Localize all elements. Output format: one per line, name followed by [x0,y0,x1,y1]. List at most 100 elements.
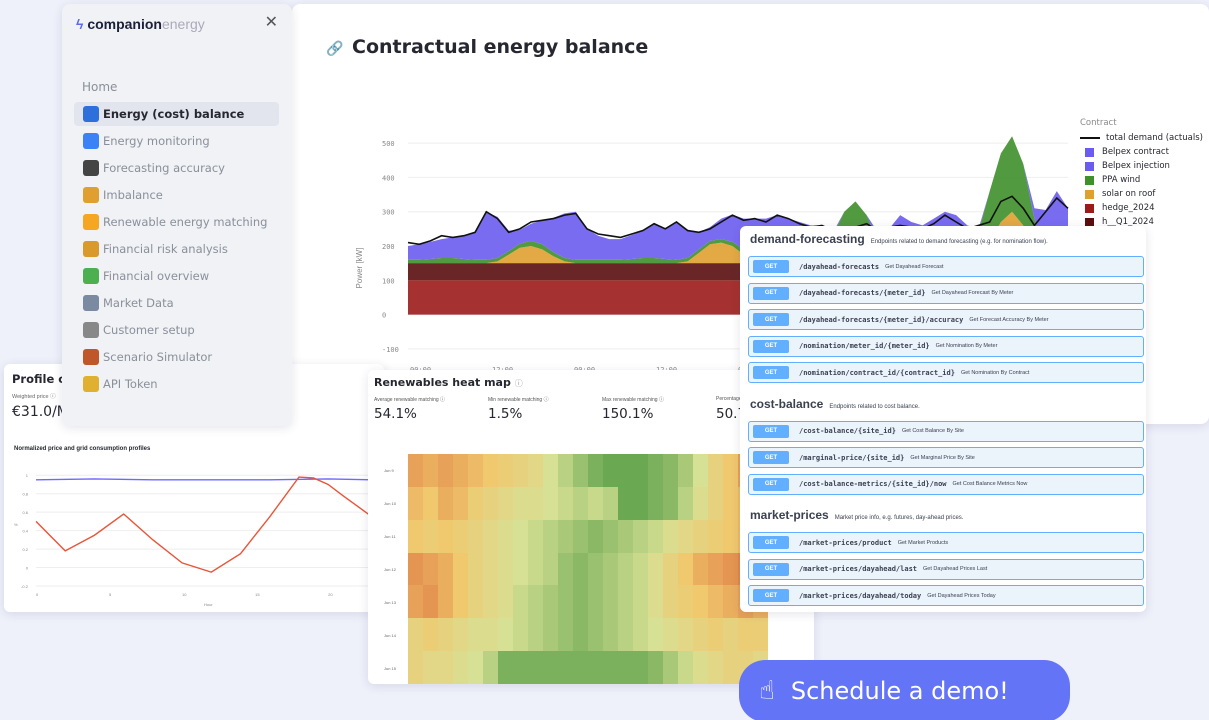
heatmap-cell [468,651,483,684]
heatmap-cell [558,486,573,520]
sidebar: ϟ companionenergy ✕ Home Energy (cost) b… [62,4,292,426]
sidebar-item-financial-risk-analysis[interactable]: Financial risk analysis [74,237,279,261]
legend-item[interactable]: PPA wind [1080,173,1203,187]
heatmap-cell [468,585,483,619]
y-tick-label: 1 [26,473,29,478]
heatmap-cell [543,651,558,684]
heatmap-cell [528,486,543,520]
sidebar-item-customer-setup[interactable]: Customer setup [74,318,279,342]
heatmap-grid [408,454,768,684]
heatmap-cell [468,454,483,487]
heatmap-cell [408,519,423,553]
heatmap-cell [468,618,483,652]
endpoint-path: /dayahead-forecasts/{meter_id}/accuracy [799,315,964,324]
max-matching-label: Max renewable matching ⓘ [602,397,664,403]
api-section-demand-forecasting[interactable]: demand-forecasting Endpoints related to d… [750,232,1048,246]
sidebar-item-energy-monitoring[interactable]: Energy monitoring [74,129,279,153]
api-endpoint-row[interactable]: GET/cost-balance-metrics/{site_id}/now Ge… [748,473,1144,495]
heatmap-cell [573,486,588,520]
api-endpoint-row[interactable]: GET/nomination/contract_id/{contract_id}… [748,362,1144,383]
y-tick-label: 300 [382,209,395,217]
y-tick-label: 100 [382,277,395,285]
api-endpoint-row[interactable]: GET/dayahead-forecasts/{meter_id} Get Day… [748,282,1144,304]
api-endpoint-row[interactable]: GET/cost-balance/{site_id} Get Cost Balan… [748,420,1144,442]
method-badge: GET [753,424,789,438]
legend-item[interactable]: Belpex injection [1080,159,1203,173]
api-endpoint-row[interactable]: GET/market-prices/dayahead/today Get Daya… [748,585,1144,606]
page-title: Contractual energy balance [352,36,649,58]
y-tick-label: 0.8 [22,492,28,497]
sidebar-item-financial-overview[interactable]: Financial overview [74,264,279,288]
heatmap-cell [453,486,468,520]
heatmap-cell [663,519,678,553]
endpoint-path: /dayahead-forecasts/{meter_id} [799,289,926,297]
close-icon[interactable]: ✕ [265,12,278,32]
heatmap-cell [483,585,498,619]
link-icon[interactable]: 🔗 [326,40,343,57]
endpoint-path: /dayahead-forecasts [799,262,880,271]
max-matching-value: 150.1% [602,406,654,422]
x-tick-label: 5 [109,592,112,597]
heatmap-cell [453,585,468,619]
method-badge: GET [753,366,789,379]
heatmap-cell [408,585,423,619]
sidebar-item-renewable-energy-matching[interactable]: Renewable energy matching [74,210,279,234]
heatmap-cell [543,519,558,553]
api-endpoint-row[interactable]: GET/marginal-price/{site_id} Get Marginal… [748,447,1144,468]
heatmap-cell [438,552,453,586]
heatmap-cell [558,618,573,652]
brand-logo[interactable]: ϟ companionenergy [76,16,205,32]
heatmap-cell [678,552,693,586]
profile-line [35,476,373,573]
heatmap-cell [468,552,483,586]
y-tick-label: 0.6 [22,510,28,515]
heatmap-cell [423,618,438,652]
brand-name: companion [87,16,162,32]
api-endpoint-row[interactable]: GET/market-prices/product Get Market Prod… [748,532,1144,553]
heatmap-cell [543,454,558,487]
sidebar-item-market-data[interactable]: Market Data [74,291,279,315]
heatmap-cell [693,618,708,652]
sidebar-home-link[interactable]: Home [82,80,117,94]
endpoint-desc: Get Dayahead Forecast By Meter [931,290,1014,296]
heatmap-row-label: Jun 13 [384,600,397,605]
sidebar-item-api-token[interactable]: API Token [74,372,279,396]
heatmap-cell [693,651,708,684]
avg-matching-label: Average renewable matching ⓘ [374,397,446,403]
heatmap-cell [663,618,678,652]
api-section-cost-balance[interactable]: cost-balance Endpoints related to cost ba… [750,397,920,411]
heatmap-cell [618,519,633,553]
sidebar-item-imbalance[interactable]: Imbalance [74,183,279,207]
heatmap-cell [693,519,708,553]
heatmap-cell [588,618,603,652]
y-tick-label: 0 [382,312,386,320]
schedule-demo-button[interactable]: ☝ Schedule a demo! [739,660,1070,720]
legend-item[interactable]: Belpex contract [1080,145,1203,159]
legend-item[interactable]: hedge_2024 [1080,201,1203,215]
heatmap-cell [708,454,723,487]
heatmap-cell [513,585,528,619]
heatmap-cell [708,585,723,619]
sidebar-item-energy-cost-balance[interactable]: Energy (cost) balance [74,102,279,126]
heatmap-cell [573,519,588,553]
api-endpoint-row[interactable]: GET/nomination/meter_id/{meter_id} Get No… [748,335,1144,357]
api-endpoint-row[interactable]: GET/dayahead-forecasts/{meter_id}/accura… [748,309,1144,330]
avg-matching-value: 54.1% [374,406,417,422]
heatmap-cell [708,486,723,520]
legend-item[interactable]: total demand (actuals) [1080,131,1203,145]
api-section-market-prices[interactable]: market-prices Market price info, e.g. fut… [750,508,963,522]
info-icon[interactable]: ⓘ [515,379,523,388]
sidebar-item-forecasting-accuracy[interactable]: Forecasting accuracy [74,156,279,180]
legend-swatch [1085,203,1094,213]
heatmap-cell [423,486,438,520]
api-endpoint-row[interactable]: GET/market-prices/dayahead/last Get Dayah… [748,558,1144,580]
api-endpoint-row[interactable]: GET/dayahead-forecasts Get Dayahead Forec… [748,256,1144,277]
heatmap-cell [618,552,633,586]
sidebar-item-scenario-simulator[interactable]: Scenario Simulator [74,345,279,369]
legend-item[interactable]: solar on roof [1080,187,1203,201]
heatmap-row-label: Jun 11 [384,534,396,539]
heatmap-cell [423,454,438,487]
heatmap-cell [453,552,468,586]
sidebar-item-label: Scenario Simulator [103,350,213,364]
y-tick-label: 0.2 [22,547,28,552]
